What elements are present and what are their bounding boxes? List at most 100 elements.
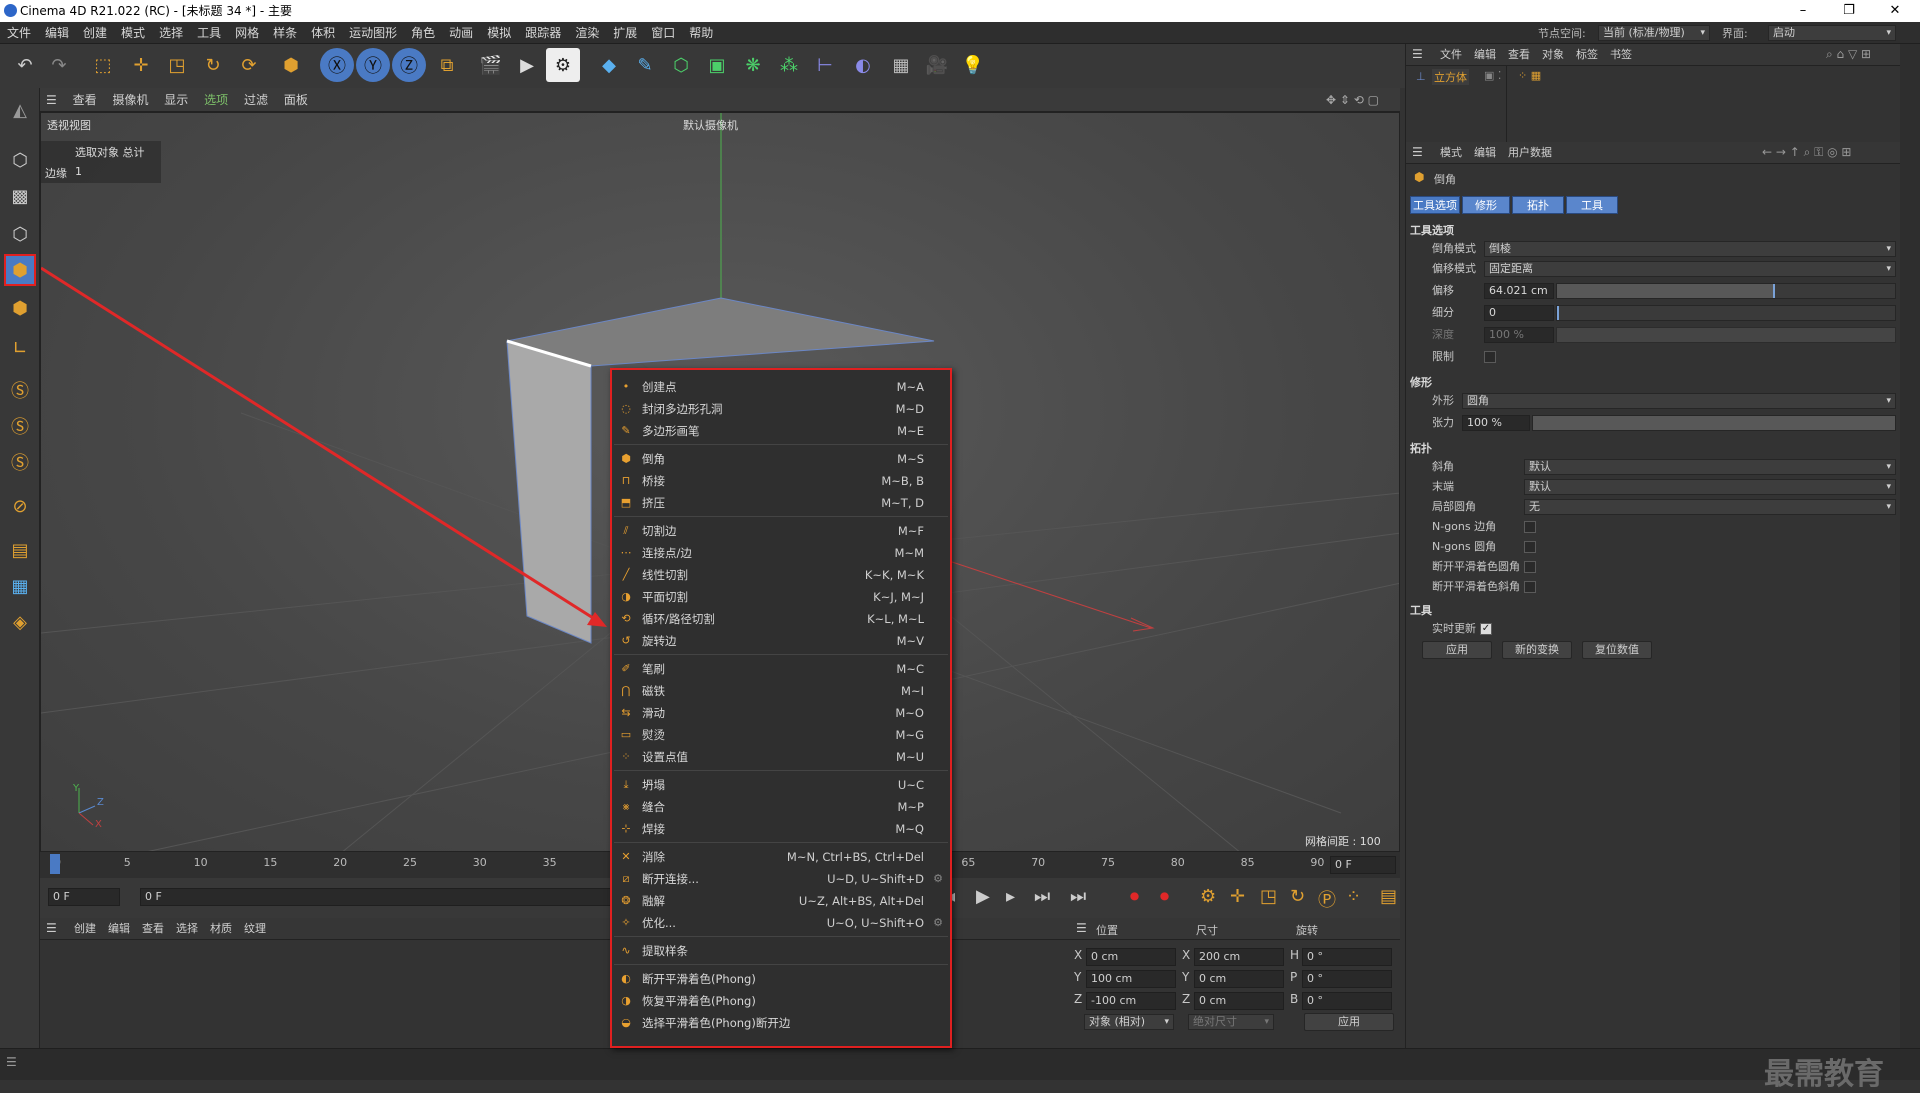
viewport-menu-panel[interactable]: 面板 — [278, 88, 314, 112]
context-menu-item[interactable]: ⊓ 桥接 M~B, B — [614, 470, 948, 492]
array-icon[interactable]: ⁂ — [772, 48, 806, 82]
menu-item-13[interactable]: 跟踪器 — [518, 22, 568, 44]
context-menu-item[interactable]: ❂ 融解 U~Z, Alt+BS, Alt+Del — [614, 890, 948, 912]
last-frame-icon[interactable]: ⏭ — [1070, 886, 1086, 907]
record-icon[interactable]: ⏺ — [1130, 886, 1139, 907]
om-menu-item-2[interactable]: 查看 — [1502, 44, 1536, 66]
tab-topology[interactable]: 拓扑 — [1512, 196, 1564, 214]
menu-item-17[interactable]: 帮助 — [682, 22, 720, 44]
menu-item-16[interactable]: 窗口 — [644, 22, 682, 44]
play-icon[interactable]: ▶ — [976, 886, 990, 907]
pen-icon[interactable]: ✎ — [628, 48, 662, 82]
object-visibility-icon[interactable]: ▣ ⁚ — [1484, 69, 1501, 82]
attr-nav-icons[interactable]: ← → ↑ ⌕ ⚿ ◎ ⊞ — [1762, 145, 1851, 160]
offset-field[interactable]: 64.021 cm — [1484, 283, 1554, 299]
redo-icon[interactable]: ↷ — [42, 48, 76, 82]
context-menu-item[interactable]: ⬒ 挤压 M~T, D — [614, 492, 948, 514]
context-menu-item[interactable]: ⨳ 缝合 M~P — [614, 796, 948, 818]
context-menu-item[interactable]: ⫽ 切割边 M~F — [614, 520, 948, 542]
floor-icon[interactable]: ▦ — [884, 48, 918, 82]
locked-workplane-icon[interactable]: ▦ — [4, 570, 36, 602]
context-menu-item[interactable]: ✐ 笔刷 M~C — [614, 658, 948, 680]
cloner-icon[interactable]: ❋ — [736, 48, 770, 82]
viewport-nav-icons[interactable]: ✥ ⇕ ⟲ ▢ — [1320, 88, 1385, 112]
viewport-menu-filter[interactable]: 过滤 — [238, 88, 274, 112]
offset-mode-dropdown[interactable]: 固定距离 ▾ — [1484, 261, 1896, 277]
subdivision-slider[interactable] — [1556, 305, 1896, 321]
viewport-menu-cameras[interactable]: 摄像机 — [106, 88, 154, 112]
gear-icon[interactable]: ⚙ — [933, 912, 943, 934]
camera-label[interactable]: 默认摄像机 — [683, 117, 738, 133]
texture-mode-icon[interactable]: ▩ — [4, 180, 36, 212]
depth-field[interactable]: 100 % — [1484, 327, 1554, 343]
points-mode-icon[interactable]: ⬡ — [4, 218, 36, 250]
rotation-field[interactable]: 0 ° — [1302, 948, 1392, 966]
hamburger-icon[interactable]: ☰ — [46, 921, 57, 935]
go-end-icon[interactable]: ⏭ — [1034, 886, 1050, 907]
context-menu-item[interactable]: ∿ 提取样条 — [614, 940, 948, 962]
miter-dropdown[interactable]: 默认 ▾ — [1524, 459, 1896, 475]
apply-button[interactable]: 应用 — [1422, 641, 1492, 659]
om-menu-item-4[interactable]: 标签 — [1570, 44, 1604, 66]
context-menu-item[interactable]: ◑ 平面切割 K~J, M~J — [614, 586, 948, 608]
key-param-icon[interactable]: Ⓟ — [1318, 886, 1336, 912]
extrude-generator-icon[interactable]: ▣ — [700, 48, 734, 82]
position-field[interactable]: 0 cm — [1086, 948, 1176, 966]
coord-mode-dropdown[interactable]: 对象 (相对) ▾ — [1084, 1014, 1174, 1030]
key-position-icon[interactable]: ✛ — [1230, 886, 1245, 907]
snap-mode-icon[interactable]: Ⓢ — [4, 446, 36, 478]
menu-item-10[interactable]: 角色 — [404, 22, 442, 44]
hamburger-icon[interactable]: ☰ — [6, 1055, 17, 1069]
x-axis-lock-icon[interactable]: Ⓧ — [320, 48, 354, 82]
rotation-field[interactable]: 0 ° — [1302, 970, 1392, 988]
timeline-end-field[interactable]: 0 F — [1330, 856, 1396, 874]
mat-menu-item-5[interactable]: 纹理 — [238, 918, 272, 940]
snap-icon[interactable]: Ⓢ — [4, 374, 36, 406]
frame-range-bar[interactable]: 0 F — [140, 888, 640, 906]
reset-values-button[interactable]: 复位数值 — [1582, 641, 1652, 659]
mat-menu-item-0[interactable]: 创建 — [68, 918, 102, 940]
context-menu-item[interactable]: ╱ 线性切割 K~K, M~K — [614, 564, 948, 586]
render-settings-icon[interactable]: ⚙ — [546, 48, 580, 82]
field-icon[interactable]: ◐ — [846, 48, 880, 82]
context-menu-item[interactable]: ⊹ 焊接 M~Q — [614, 818, 948, 840]
soft-selection-icon[interactable]: ⊘ — [4, 490, 36, 522]
menu-item-4[interactable]: 选择 — [152, 22, 190, 44]
keyframe-selection-icon[interactable]: ⚙ — [1200, 886, 1216, 907]
camera-icon[interactable]: 🎥 — [920, 48, 954, 82]
current-frame-field[interactable]: 0 F — [48, 888, 120, 906]
minimize-button[interactable]: – — [1780, 0, 1826, 22]
context-menu-item[interactable]: ⇆ 滑动 M~O — [614, 702, 948, 724]
key-rotation-icon[interactable]: ↻ — [1290, 886, 1305, 907]
node-space-dropdown[interactable]: 当前 (标准/物理) ▾ — [1598, 25, 1710, 41]
attr-menu-item-1[interactable]: 编辑 — [1468, 142, 1502, 164]
hamburger-icon[interactable]: ☰ — [1412, 47, 1423, 61]
size-field[interactable]: 200 cm — [1194, 948, 1284, 966]
menu-item-9[interactable]: 运动图形 — [342, 22, 404, 44]
object-tags-icon[interactable]: ⁘ ▦ — [1518, 69, 1541, 82]
context-menu-item[interactable]: ◑ 恢复平滑着色(Phong) — [614, 990, 948, 1012]
bevel-mode-dropdown[interactable]: 倒棱 ▾ — [1484, 241, 1896, 257]
menu-item-6[interactable]: 网格 — [228, 22, 266, 44]
menu-item-15[interactable]: 扩展 — [606, 22, 644, 44]
context-menu-item[interactable]: ▭ 熨烫 M~G — [614, 724, 948, 746]
menu-item-14[interactable]: 渲染 — [568, 22, 606, 44]
viewport-menu-view[interactable]: 查看 — [67, 88, 103, 112]
tension-slider[interactable] — [1532, 415, 1896, 431]
context-menu-item[interactable]: ⋯ 连接点/边 M~M — [614, 542, 948, 564]
mat-menu-item-2[interactable]: 查看 — [136, 918, 170, 940]
mat-menu-item-3[interactable]: 选择 — [170, 918, 204, 940]
playhead[interactable] — [50, 854, 60, 874]
subdivision-field[interactable]: 0 — [1484, 305, 1554, 321]
light-icon[interactable]: 💡 — [956, 48, 990, 82]
menu-item-1[interactable]: 编辑 — [38, 22, 76, 44]
om-menu-item-3[interactable]: 对象 — [1536, 44, 1570, 66]
context-menu-item[interactable]: ⋂ 磁铁 M~I — [614, 680, 948, 702]
live-selection-icon[interactable]: ⬚ — [86, 48, 120, 82]
make-editable-icon[interactable]: ◭ — [4, 94, 36, 126]
model-mode-icon[interactable]: ⬡ — [4, 144, 36, 176]
size-mode-dropdown[interactable]: 绝对尺寸 ▾ — [1188, 1014, 1274, 1030]
mat-menu-item-1[interactable]: 编辑 — [102, 918, 136, 940]
hamburger-icon[interactable]: ☰ — [1412, 145, 1423, 159]
limit-checkbox[interactable] — [1484, 351, 1496, 363]
